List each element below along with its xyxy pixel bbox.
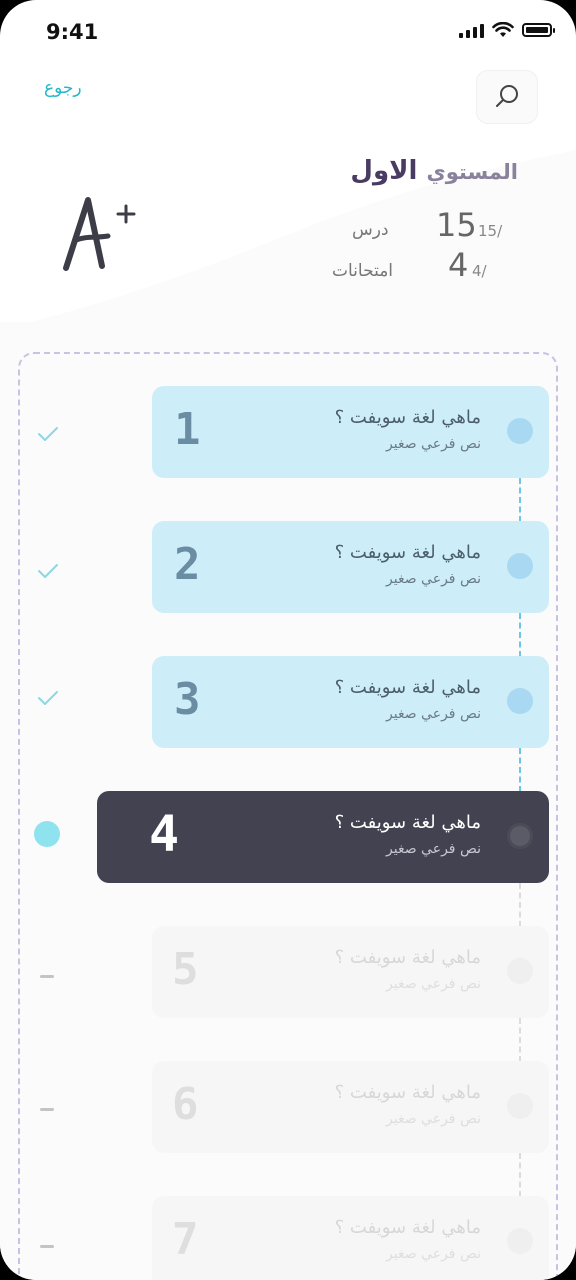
grade-badge (63, 197, 136, 271)
exams-label: امتحانات (332, 261, 394, 281)
progress-dot-icon (507, 553, 533, 579)
search-button[interactable] (476, 70, 538, 124)
progress-dot-icon (507, 688, 533, 714)
lesson-number: 4 (149, 805, 180, 863)
lesson-title: ماهي لغة سويفت ؟ (334, 542, 481, 563)
connector-line (519, 613, 521, 657)
connector-line (519, 1018, 521, 1062)
dash-icon (40, 1245, 54, 1248)
lesson-card-6[interactable]: 6 ماهي لغة سويفت ؟ نص فرعي صغير (152, 1061, 549, 1153)
connector-line (519, 478, 521, 522)
progress-dot-icon (507, 1093, 533, 1119)
current-dot-icon (34, 821, 60, 847)
lesson-subtitle: نص فرعي صغير (386, 706, 481, 722)
lesson-number: 3 (174, 674, 201, 725)
lesson-title: ماهي لغة سويفت ؟ (334, 812, 481, 833)
wifi-icon (492, 22, 514, 37)
signal-icon (459, 22, 484, 38)
lesson-number: 7 (172, 1214, 199, 1265)
lesson-card-5[interactable]: 5 ماهي لغة سويفت ؟ نص فرعي صغير (152, 926, 549, 1018)
check-icon (38, 691, 58, 705)
progress-dot-icon (507, 1228, 533, 1254)
progress-dot-icon (507, 418, 533, 444)
lesson-number: 1 (174, 404, 201, 455)
lesson-subtitle: نص فرعي صغير (386, 1111, 481, 1127)
exams-total: 4/ (472, 262, 487, 280)
lesson-title: ماهي لغة سويفت ؟ (334, 1217, 481, 1238)
progress-dot-icon (507, 823, 533, 849)
lesson-number: 2 (174, 539, 201, 590)
lesson-card-4[interactable]: 4 ماهي لغة سويفت ؟ نص فرعي صغير (97, 791, 549, 883)
search-icon (496, 85, 518, 107)
connector-line (519, 883, 521, 927)
progress-dot-icon (507, 958, 533, 984)
lesson-title: ماهي لغة سويفت ؟ (334, 407, 481, 428)
status-icons (459, 22, 555, 38)
back-button[interactable]: رجوع (44, 78, 82, 98)
lesson-number: 5 (172, 944, 199, 995)
lesson-card-7[interactable]: 7 ماهي لغة سويفت ؟ نص فرعي صغير (152, 1196, 549, 1280)
lesson-subtitle: نص فرعي صغير (386, 571, 481, 587)
lesson-subtitle: نص فرعي صغير (386, 976, 481, 992)
dash-icon (40, 975, 54, 978)
connector-line (519, 748, 521, 792)
exams-count: 4 (448, 246, 469, 284)
lessons-label: درس (352, 220, 389, 240)
lesson-title: ماهي لغة سويفت ؟ (334, 1082, 481, 1103)
status-time: 9:41 (46, 20, 99, 44)
lesson-card-2[interactable]: 2 ماهي لغة سويفت ؟ نص فرعي صغير (152, 521, 549, 613)
dash-icon (40, 1108, 54, 1111)
connector-line (519, 1153, 521, 1197)
check-icon (38, 427, 58, 441)
lessons-total: 15/ (478, 222, 503, 240)
status-bar: 9:41 (0, 0, 576, 64)
lesson-title: ماهي لغة سويفت ؟ (334, 947, 481, 968)
lesson-subtitle: نص فرعي صغير (386, 1246, 481, 1262)
lesson-subtitle: نص فرعي صغير (386, 436, 481, 452)
lesson-title: ماهي لغة سويفت ؟ (334, 677, 481, 698)
app-screen: 9:41 رجوع المستوي الاول 15/ 15 درس 4/ 4 … (0, 0, 576, 1280)
lessons-count: 15 (436, 206, 477, 244)
lesson-card-3[interactable]: 3 ماهي لغة سويفت ؟ نص فرعي صغير (152, 656, 549, 748)
battery-icon (522, 23, 555, 37)
check-icon (38, 564, 58, 578)
lesson-number: 6 (172, 1079, 199, 1130)
lesson-subtitle: نص فرعي صغير (386, 841, 481, 857)
lesson-card-1[interactable]: 1 ماهي لغة سويفت ؟ نص فرعي صغير (152, 386, 549, 478)
level-title: المستوي الاول (350, 156, 518, 186)
